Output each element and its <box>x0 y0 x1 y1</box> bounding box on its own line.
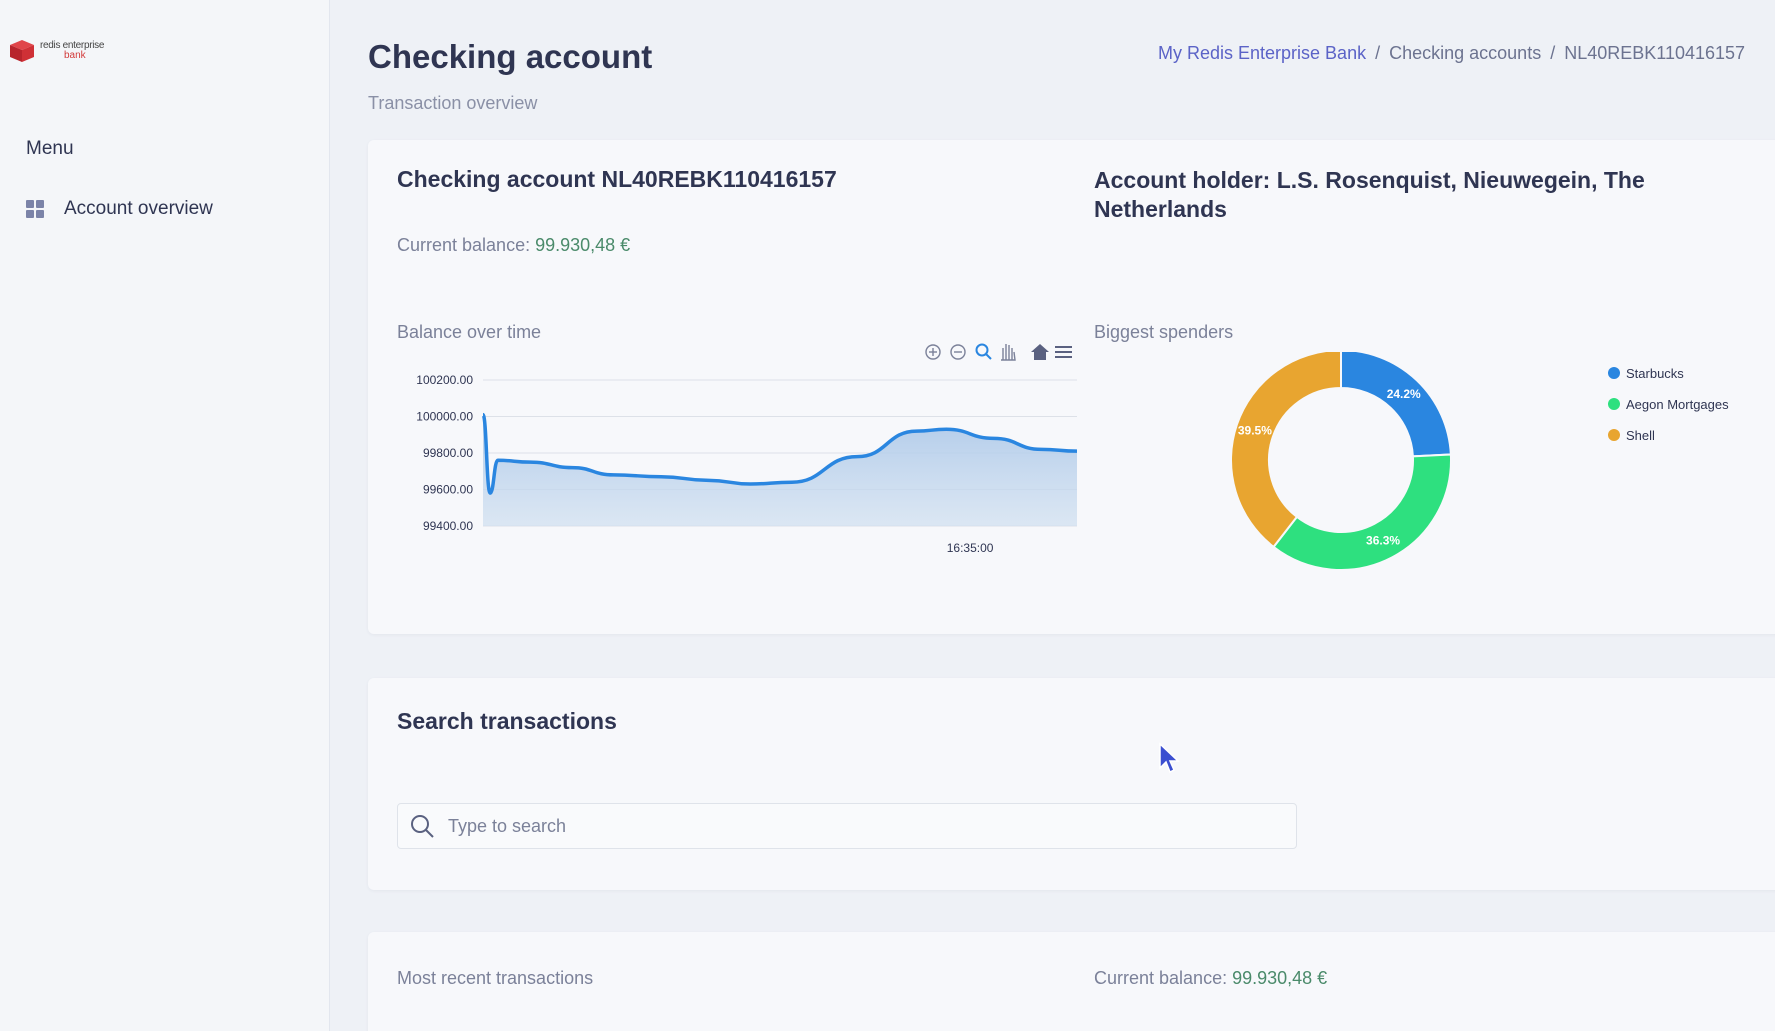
legend-marker <box>1608 429 1620 441</box>
app-window: redis enterprise bank Menu Account overv… <box>0 0 1775 1031</box>
sidebar: redis enterprise bank Menu Account overv… <box>0 0 330 1031</box>
legend-marker <box>1608 398 1620 410</box>
breadcrumb-separator: / <box>1375 43 1381 63</box>
breadcrumb-separator: / <box>1550 43 1556 63</box>
recent-transactions-card: Most recent transactions Current balance… <box>368 932 1775 1031</box>
account-holder: Account holder: L.S. Rosenquist, Nieuweg… <box>1094 167 1645 222</box>
breadcrumb-home-link[interactable]: My Redis Enterprise Bank <box>1158 43 1366 63</box>
search-card: Search transactions <box>368 678 1775 890</box>
y-tick-label: 100000.00 <box>416 410 473 424</box>
breadcrumb: My Redis Enterprise Bank / Checking accoun… <box>1158 43 1745 64</box>
spenders-chart-label: Biggest spenders <box>1094 322 1234 342</box>
slice-label: 24.2% <box>1387 387 1421 401</box>
spenders-chart-svg: 24.2% 36.3% 39.5% Starbucks Aegon Mortgages S… <box>1230 348 1729 571</box>
legend-marker <box>1608 367 1620 379</box>
menu-label: Menu <box>26 138 74 159</box>
sidebar-item-account-overview[interactable]: Account overview <box>26 198 213 220</box>
mouse-cursor-icon <box>1159 742 1180 774</box>
y-axis: 100200.00 100000.00 99800.00 99600.00 99400.… <box>416 373 473 533</box>
search-input[interactable] <box>448 815 1268 837</box>
y-tick-label: 100200.00 <box>416 373 473 387</box>
balance-chart-svg: 100200.00 100000.00 99800.00 99600.00 99400.… <box>416 343 1078 555</box>
legend-item[interactable]: Starbucks <box>1608 366 1684 381</box>
legend-label: Starbucks <box>1626 366 1684 381</box>
chart-toolbar <box>925 343 1072 361</box>
home-icon[interactable] <box>1031 344 1049 360</box>
logo-line2: bank <box>64 50 86 61</box>
pan-hand-icon[interactable] <box>1001 344 1016 361</box>
slice-label: 39.5% <box>1238 424 1272 438</box>
balance-label: Current balance: <box>397 235 531 255</box>
search-box[interactable] <box>397 803 1297 849</box>
x-tick-label: 16:35:00 <box>947 541 994 555</box>
spenders-chart: 24.2% 36.3% 39.5% Starbucks Aegon Mortgages S… <box>1094 348 1754 592</box>
y-tick-label: 99600.00 <box>423 483 473 497</box>
recent-current-balance: Current balance: 99.930,48 € <box>1094 968 1327 989</box>
search-icon <box>411 815 434 838</box>
breadcrumb-checking-accounts[interactable]: Checking accounts <box>1389 43 1541 63</box>
legend-item[interactable]: Shell <box>1608 428 1655 443</box>
legend-label: Shell <box>1626 428 1655 443</box>
page-title: Checking account <box>368 38 653 75</box>
legend-label: Aegon Mortgages <box>1626 397 1729 412</box>
account-title: Checking account NL40REBK110416157 <box>397 166 837 192</box>
magnifier-icon[interactable] <box>975 343 992 360</box>
donut-slice[interactable] <box>1230 348 1342 549</box>
zoom-in-icon[interactable] <box>925 344 941 360</box>
current-balance: Current balance: 99.930,48 € <box>397 235 630 256</box>
balance-area <box>483 414 1077 526</box>
sidebar-item-label: Account overview <box>64 198 213 219</box>
grid-icon <box>26 200 44 218</box>
slice-label: 36.3% <box>1366 534 1400 548</box>
balance-label: Current balance: <box>1094 968 1228 988</box>
search-title: Search transactions <box>397 708 617 734</box>
balance-value: 99.930,48 € <box>1232 968 1328 988</box>
page-subtitle: Transaction overview <box>368 93 538 113</box>
menu-icon[interactable] <box>1055 346 1072 358</box>
zoom-out-icon[interactable] <box>950 344 966 360</box>
redis-cube-icon <box>10 40 34 62</box>
balance-chart: 100200.00 100000.00 99800.00 99600.00 99400.… <box>397 330 1078 560</box>
donut-slice[interactable] <box>1340 348 1452 458</box>
y-tick-label: 99400.00 <box>423 519 473 533</box>
balance-value: 99.930,48 € <box>535 235 631 255</box>
donut-slice[interactable] <box>1272 453 1452 571</box>
legend-item[interactable]: Aegon Mortgages <box>1608 397 1729 412</box>
logo[interactable]: redis enterprise bank <box>8 38 104 64</box>
account-card: Checking account NL40REBK110416157 Accou… <box>368 140 1775 634</box>
logo-text: redis enterprise bank <box>40 41 104 61</box>
y-tick-label: 99800.00 <box>423 446 473 460</box>
recent-transactions-label: Most recent transactions <box>397 968 594 988</box>
breadcrumb-current: NL40REBK110416157 <box>1564 43 1746 63</box>
